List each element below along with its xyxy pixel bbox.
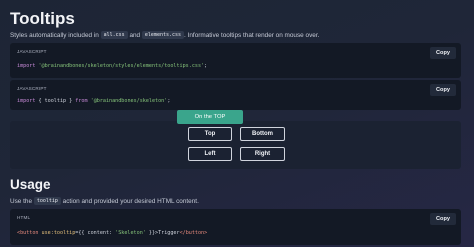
code-line: import '@brainandbones/skeleton/styles/e… <box>17 63 208 69</box>
code-chip-all-css: all.css <box>100 31 128 39</box>
intro-and: and <box>129 32 141 39</box>
copy-button[interactable]: Copy <box>430 213 456 225</box>
usage-text: Use the tooltip action and provided your… <box>10 197 199 205</box>
intro-after: . Informative tooltips that render on mo… <box>184 32 320 39</box>
tooltip-top-button[interactable]: Top <box>188 127 232 141</box>
tooltip-bottom-button[interactable]: Bottom <box>240 127 285 141</box>
code-language-label: JAVASCRIPT <box>17 49 47 54</box>
tooltip-demo-panel <box>10 121 461 169</box>
tooltip-left-button[interactable]: Left <box>188 147 232 161</box>
code-chip-tooltip: tooltip <box>33 197 61 205</box>
page-title: Tooltips <box>10 9 75 28</box>
code-line: <button use:tooltip={{ content: 'Skeleto… <box>17 230 208 236</box>
code-line: import { tooltip } from '@brainandbones/… <box>17 98 171 104</box>
tooltip-right-button[interactable]: Right <box>240 147 285 161</box>
copy-button[interactable]: Copy <box>430 84 456 96</box>
code-chip-elements-css: elements.css <box>141 31 185 39</box>
usage-heading: Usage <box>10 177 51 192</box>
copy-button[interactable]: Copy <box>430 47 456 59</box>
code-block-css-import: JAVASCRIPT Copy import '@brainandbones/s… <box>10 43 461 78</box>
intro-before: Styles automatically included in <box>10 32 99 39</box>
code-block-js-import: JAVASCRIPT Copy import { tooltip } from … <box>10 80 461 110</box>
intro-text: Styles automatically included in all.css… <box>10 31 319 39</box>
code-block-html-usage: HTML Copy <button use:tooltip={{ content… <box>10 209 461 245</box>
code-language-label: JAVASCRIPT <box>17 86 47 91</box>
usage-before: Use the <box>10 198 33 205</box>
code-language-label: HTML <box>17 215 31 220</box>
usage-after: action and provided your desired HTML co… <box>62 198 199 205</box>
tooltip-popup: On the TOP <box>177 110 243 124</box>
